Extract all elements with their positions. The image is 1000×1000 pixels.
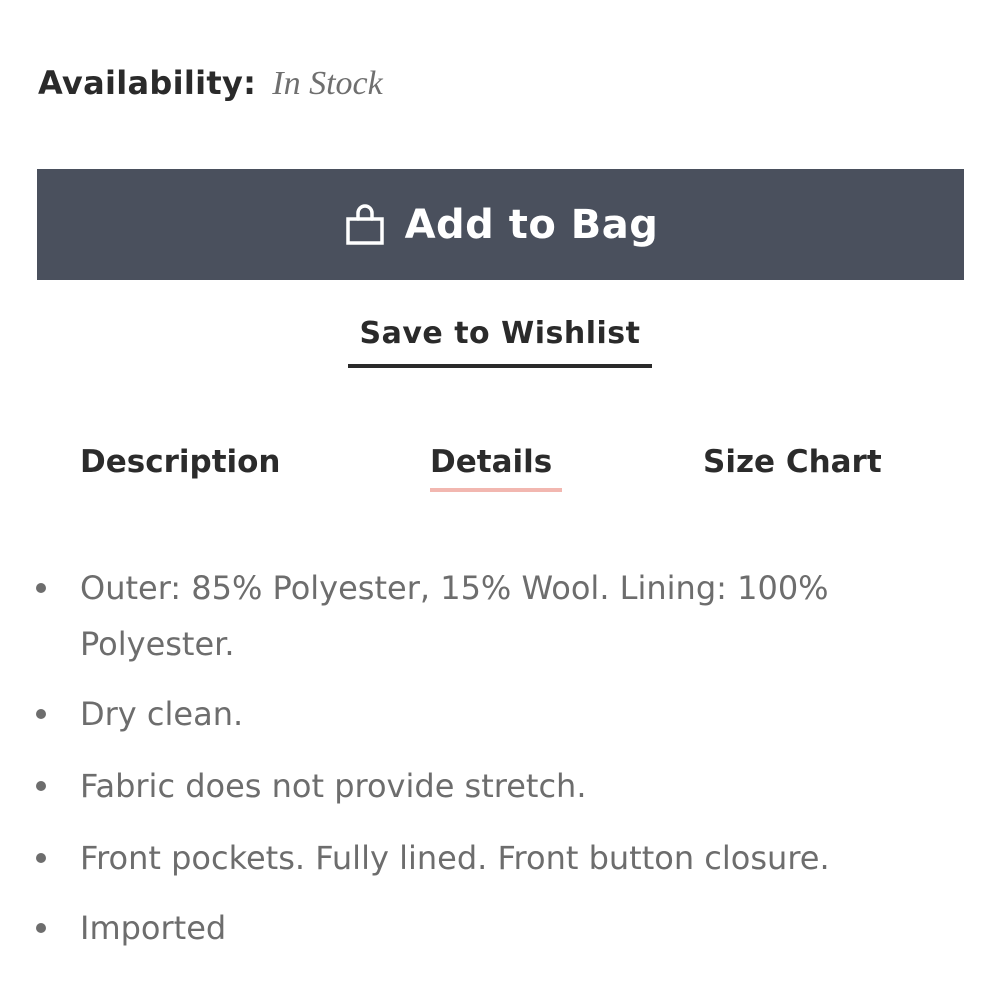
add-to-bag-button[interactable]: Add to Bag	[37, 169, 964, 280]
availability-status: In Stock	[272, 65, 383, 102]
bullet-icon	[36, 583, 46, 593]
bullet-icon	[36, 709, 46, 719]
availability-label: Availability:	[38, 64, 257, 102]
list-item-text: Fabric does not provide stretch.	[80, 767, 587, 805]
shopping-bag-icon	[343, 202, 387, 246]
availability-row: Availability: In Stock	[38, 64, 383, 108]
list-item-text: Outer: 85% Polyester, 15% Wool. Lining: …	[80, 569, 829, 663]
bullet-icon	[36, 923, 46, 933]
wishlist-underline	[348, 364, 652, 368]
bullet-icon	[36, 853, 46, 863]
list-item-text: Imported	[80, 909, 227, 947]
add-to-bag-label: Add to Bag	[404, 201, 659, 248]
list-item-text: Dry clean.	[80, 695, 244, 733]
tab-description[interactable]: Description	[80, 436, 281, 500]
active-tab-indicator	[430, 488, 562, 492]
save-to-wishlist-label: Save to Wishlist	[359, 316, 641, 351]
save-to-wishlist-link[interactable]: Save to Wishlist	[348, 316, 652, 368]
tab-size-chart[interactable]: Size Chart	[703, 436, 882, 500]
list-item-text: Front pockets. Fully lined. Front button…	[80, 839, 830, 877]
bullet-icon	[36, 781, 46, 791]
